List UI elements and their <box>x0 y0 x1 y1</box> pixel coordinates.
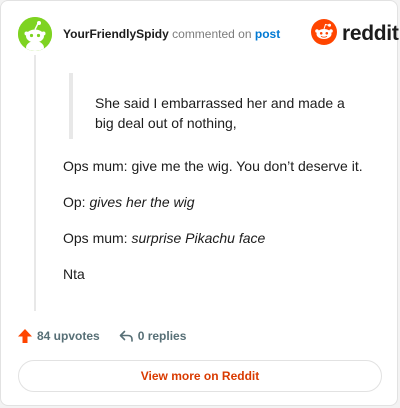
replies-button[interactable]: 0 replies <box>118 328 187 344</box>
paragraph-text: Ops mum: <box>63 230 132 246</box>
comment-paragraph: Nta <box>63 264 85 284</box>
paragraph-text: Ops mum: give me the wig. You don’t dese… <box>63 158 363 174</box>
paragraph-text: Nta <box>63 266 85 282</box>
reply-count: 0 replies <box>137 329 187 343</box>
paragraph-text: Op: <box>63 194 90 210</box>
thread-line <box>34 55 36 311</box>
blockquote: She said I embarrassed her and made a bi… <box>69 73 369 139</box>
upvote-button[interactable]: 84 upvotes <box>17 328 100 344</box>
quote-text: She said I embarrassed her and made a bi… <box>95 95 345 131</box>
upvote-arrow-icon <box>17 328 33 344</box>
reddit-wordmark: reddit <box>342 22 399 45</box>
comment-embed-card: YourFriendlySpidy commented on post redd… <box>0 0 399 406</box>
comment-paragraph: Ops mum: give me the wig. You don’t dese… <box>63 156 363 176</box>
paragraph-italic-text: gives her the wig <box>89 194 195 210</box>
username-link[interactable]: YourFriendlySpidy <box>63 27 169 41</box>
reddit-logo[interactable]: reddit <box>311 18 399 50</box>
snoo-avatar-icon[interactable] <box>18 17 52 51</box>
reply-arrow-icon <box>118 328 134 344</box>
header-action-text: commented on <box>172 27 252 41</box>
comment-paragraph: Ops mum: surprise Pikachu face <box>63 228 265 248</box>
comment-actions: 84 upvotes 0 replies <box>17 326 186 346</box>
comment-paragraph: Op: gives her the wig <box>63 192 195 212</box>
upvote-count: 84 upvotes <box>37 329 100 343</box>
view-more-button[interactable]: View more on Reddit <box>18 360 382 392</box>
post-link[interactable]: post <box>255 27 280 41</box>
comment-header: YourFriendlySpidy commented on post <box>63 26 280 42</box>
reddit-snoo-icon <box>311 18 337 50</box>
paragraph-italic-text: surprise Pikachu face <box>131 230 266 246</box>
